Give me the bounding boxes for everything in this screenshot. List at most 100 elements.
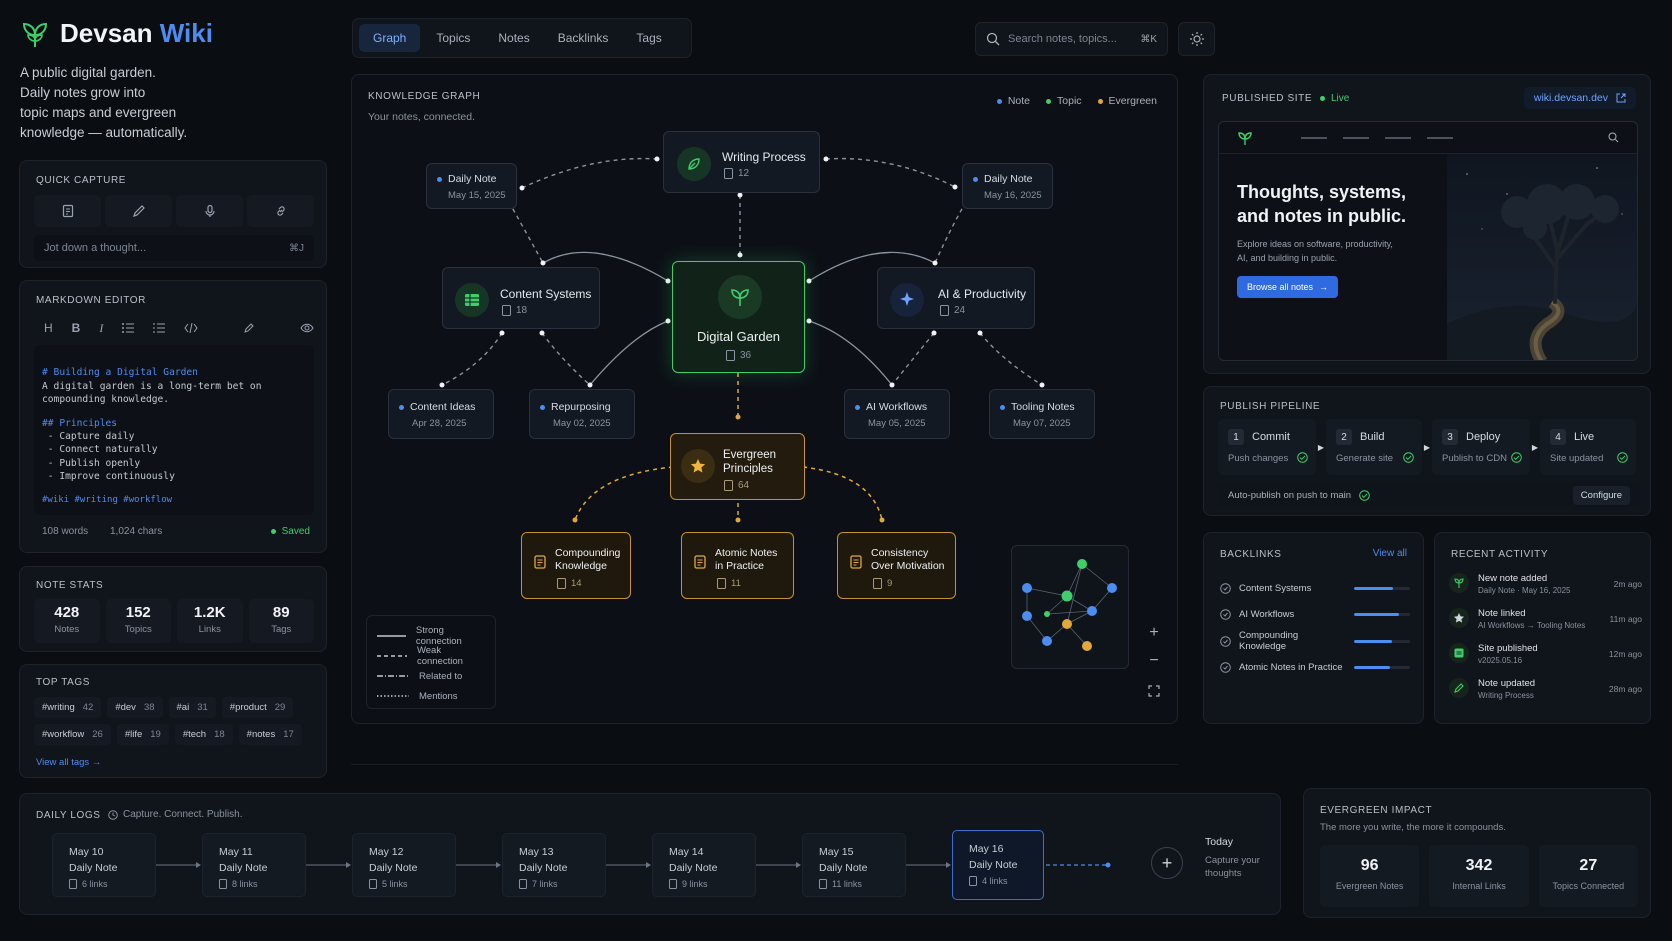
quick-capture-input[interactable]: Jot down a thought... ⌘J xyxy=(34,235,314,261)
backlink-row[interactable]: Compounding Knowledge xyxy=(1220,628,1410,655)
backlink-row[interactable]: AI Workflows xyxy=(1220,602,1410,629)
activity-item[interactable]: New note added Daily Note · May 16, 2025 2… xyxy=(1449,571,1642,606)
activity-item[interactable]: Note linked AI Workflows → Tooling Notes 1… xyxy=(1449,606,1642,641)
preview-eye-icon[interactable] xyxy=(300,323,314,333)
editor-line: ## Principles xyxy=(42,417,118,429)
node-evergreen-principles[interactable]: Evergreen Principles 64 xyxy=(670,433,805,500)
daily-log-card[interactable]: May 11 Daily Note 8 links xyxy=(202,833,306,897)
highlight-icon[interactable] xyxy=(243,322,255,334)
arrow-connector xyxy=(156,861,202,869)
tag-chip[interactable]: #dev 38 xyxy=(107,697,163,718)
node-daily-note-left[interactable]: Daily Note May 15, 2025 xyxy=(426,163,517,209)
theme-toggle-button[interactable] xyxy=(1178,22,1215,56)
editor-title: MARKDOWN EDITOR xyxy=(36,295,146,306)
leaf-icon xyxy=(677,147,711,181)
site-url-link[interactable]: wiki.devsan.dev xyxy=(1523,87,1636,109)
search-box[interactable]: Search notes, topics... ⌘K xyxy=(975,22,1168,56)
doc-icon xyxy=(69,879,77,889)
daily-logs-panel: DAILY LOGS Capture. Connect. Publish. Ma… xyxy=(19,793,1281,915)
graph-minimap[interactable] xyxy=(1011,545,1129,669)
daily-date: May 16 xyxy=(969,843,1004,855)
tab-notes[interactable]: Notes xyxy=(486,24,541,52)
activity-item[interactable]: Note updated Writing Process 28m ago xyxy=(1449,676,1642,711)
node-daily-note-right[interactable]: Daily Note May 16, 2025 xyxy=(962,163,1053,209)
daily-logs-subtitle: Capture. Connect. Publish. xyxy=(108,809,243,820)
tag-chip[interactable]: #notes 17 xyxy=(238,724,302,745)
editor-textarea[interactable]: # Building a Digital Garden A digital gar… xyxy=(34,345,314,515)
node-atomic-notes[interactable]: Atomic Notes in Practice 11 xyxy=(681,532,794,599)
today-label: Today xyxy=(1205,836,1234,848)
stat-links: 1.2K Links xyxy=(177,599,243,643)
daily-log-card[interactable]: May 15 Daily Note 11 links xyxy=(802,833,906,897)
doc-icon xyxy=(219,879,227,889)
arrow-right-icon: → xyxy=(1319,282,1329,292)
tab-tags[interactable]: Tags xyxy=(624,24,673,52)
tag-chip[interactable]: #life 19 xyxy=(116,724,169,745)
backlinks-view-all-link[interactable]: View all xyxy=(1373,548,1407,559)
site-preview[interactable]: Thoughts, systems, and notes in public. E… xyxy=(1218,121,1638,361)
impact-subtitle: The more you write, the more it compound… xyxy=(1320,822,1506,833)
activity-item[interactable]: Site published v2025.05.16 12m ago xyxy=(1449,641,1642,676)
node-digital-garden[interactable]: Digital Garden 36 xyxy=(672,261,805,373)
backlink-row[interactable]: Atomic Notes in Practice xyxy=(1220,655,1410,682)
tag-name: #life xyxy=(124,729,143,740)
node-content-ideas[interactable]: Content Ideas Apr 28, 2025 xyxy=(388,389,494,439)
numbered-list-icon[interactable] xyxy=(153,323,166,333)
doc-icon xyxy=(534,555,546,569)
node-repurposing[interactable]: Repurposing May 02, 2025 xyxy=(529,389,635,439)
node-ai-productivity[interactable]: AI & Productivity 24 xyxy=(877,267,1035,329)
pipeline-step-deploy[interactable]: 3 Deploy Publish to CDN xyxy=(1432,419,1530,475)
pipeline-title: PUBLISH PIPELINE xyxy=(1220,401,1321,412)
publish-icon xyxy=(1449,643,1469,663)
doc-icon xyxy=(717,578,726,589)
mic-icon xyxy=(203,204,217,218)
search-shortcut: ⌘K xyxy=(1140,33,1157,45)
view-all-tags-link[interactable]: View all tags → xyxy=(36,757,101,768)
sparkle-icon xyxy=(890,283,924,317)
tab-topics[interactable]: Topics xyxy=(424,24,482,52)
pipeline-step-build[interactable]: 2 Build Generate site xyxy=(1326,419,1422,475)
link-button[interactable] xyxy=(247,195,314,227)
backlink-row[interactable]: Content Systems xyxy=(1220,575,1410,602)
zoom-in-button[interactable]: + xyxy=(1144,623,1164,643)
browse-all-notes-button[interactable]: Browse all notes → xyxy=(1237,276,1339,298)
daily-log-card[interactable]: May 10 Daily Note 6 links xyxy=(52,833,156,897)
pipeline-step-live[interactable]: 4 Live Site updated xyxy=(1540,419,1636,475)
daily-log-card[interactable]: May 12 Daily Note 5 links xyxy=(352,833,456,897)
voice-button[interactable] xyxy=(176,195,243,227)
fit-view-button[interactable] xyxy=(1144,681,1164,701)
bold-button[interactable]: B xyxy=(72,321,81,335)
node-consistency[interactable]: Consistency Over Motivation 9 xyxy=(837,532,956,599)
tag-chip[interactable]: #writing 42 xyxy=(34,697,102,718)
code-icon[interactable] xyxy=(184,323,198,333)
bullet-list-icon[interactable] xyxy=(122,323,135,333)
evergreen-impact-panel: EVERGREEN IMPACT The more you write, the… xyxy=(1303,788,1651,918)
tag-chip[interactable]: #tech 18 xyxy=(174,724,233,745)
node-content-systems[interactable]: Content Systems 18 xyxy=(442,267,600,329)
new-note-button[interactable] xyxy=(34,195,101,227)
node-ai-workflows[interactable]: AI Workflows May 05, 2025 xyxy=(844,389,950,439)
node-compounding-knowledge[interactable]: Compounding Knowledge 14 xyxy=(521,532,631,599)
node-tooling-notes[interactable]: Tooling Notes May 07, 2025 xyxy=(989,389,1095,439)
heading-button[interactable]: H xyxy=(44,321,53,335)
node-writing-process[interactable]: Writing Process 12 xyxy=(663,131,820,193)
check-circle-icon xyxy=(1403,452,1414,463)
arrow-connector xyxy=(906,861,952,869)
daily-log-card-active[interactable]: May 16 Daily Note 4 links xyxy=(952,830,1044,900)
tab-backlinks[interactable]: Backlinks xyxy=(546,24,621,52)
pipeline-step-commit[interactable]: 1 Commit Push changes xyxy=(1218,419,1316,475)
tag-chip[interactable]: #workflow 26 xyxy=(34,724,111,745)
zoom-out-button[interactable]: − xyxy=(1144,651,1164,671)
tag-chip[interactable]: #product 29 xyxy=(221,697,294,718)
daily-log-card[interactable]: May 13 Daily Note 7 links xyxy=(502,833,606,897)
pen-button[interactable] xyxy=(105,195,172,227)
tab-graph[interactable]: Graph xyxy=(359,24,421,52)
add-daily-note-button[interactable]: + xyxy=(1151,847,1183,879)
tag-name: #workflow xyxy=(42,729,85,740)
daily-log-card[interactable]: May 14 Daily Note 9 links xyxy=(652,833,756,897)
note-stats-title: NOTE STATS xyxy=(36,580,104,591)
editor-line: compounding knowledge. xyxy=(42,394,170,406)
configure-button[interactable]: Configure xyxy=(1572,485,1630,505)
tag-chip[interactable]: #ai 31 xyxy=(168,697,216,718)
italic-button[interactable]: I xyxy=(99,321,103,336)
